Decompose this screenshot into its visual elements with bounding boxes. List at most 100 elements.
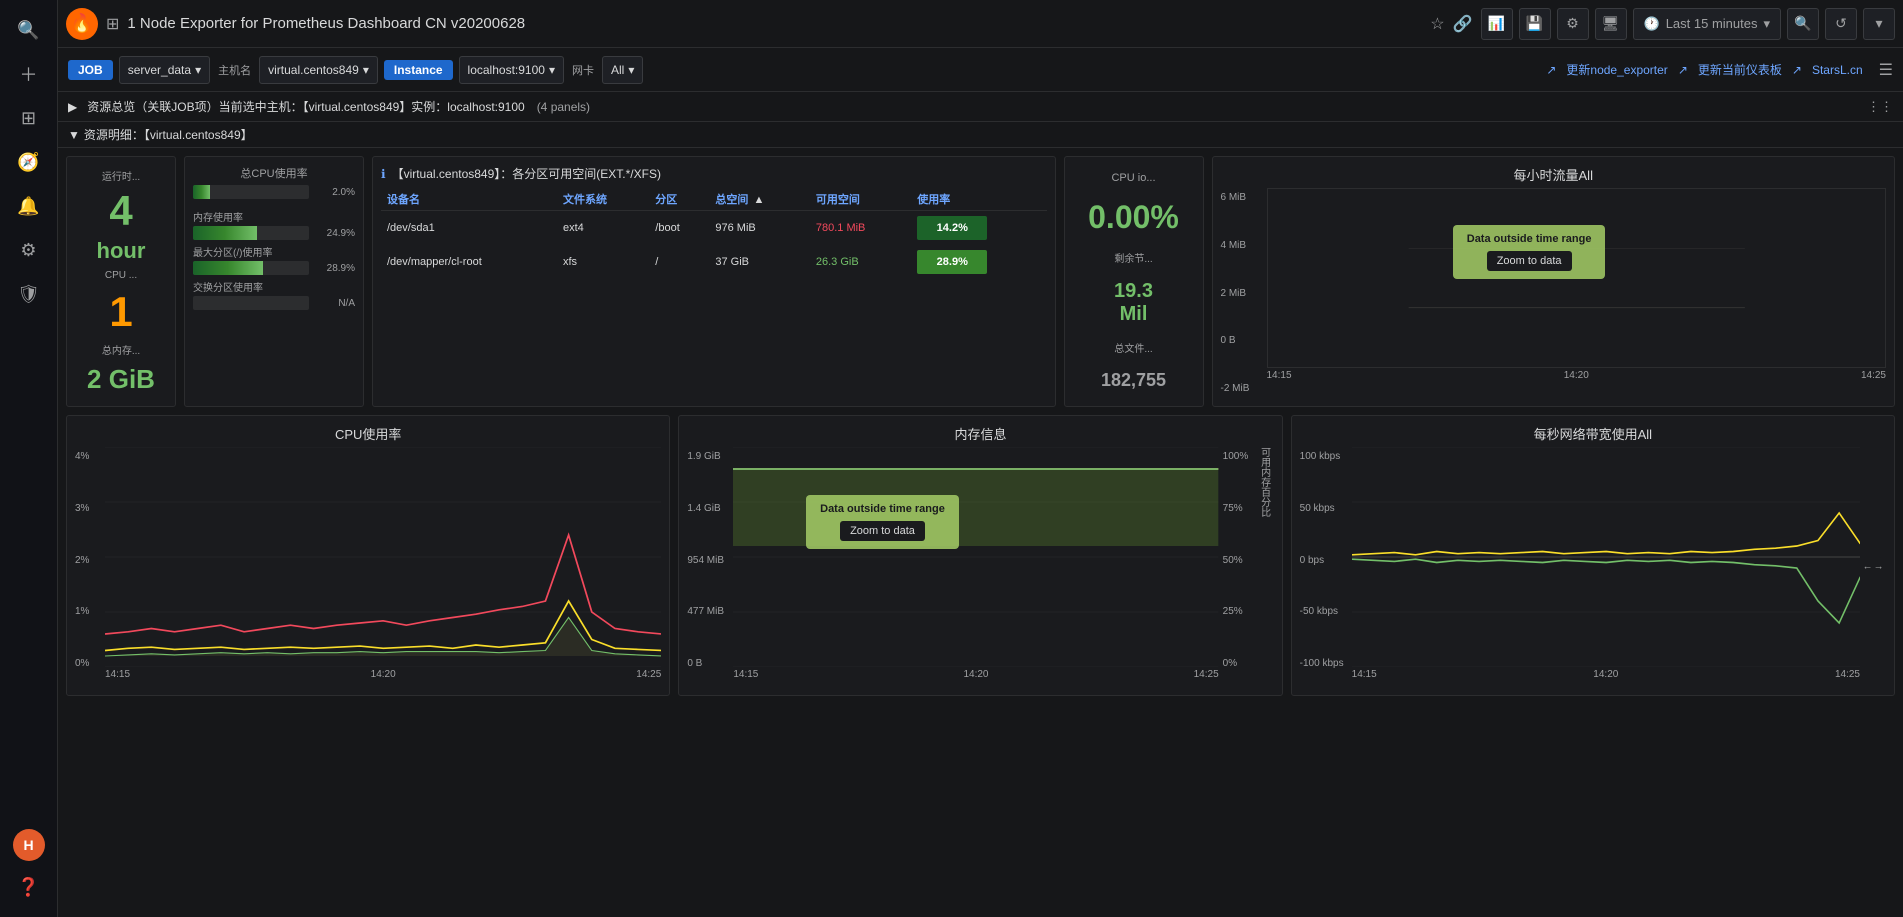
y-label-0b: 0 B [1221,335,1250,346]
cpu-usage-chart-panel: CPU使用率 4% 3% 2% 1% 0% [66,415,670,696]
job-dropdown[interactable]: server_data ▾ [119,56,210,84]
avail-cell: 780.1 MiB [810,211,911,246]
memory-svg [733,447,1218,667]
sidebar-item-alerts[interactable]: 🔔 [9,186,49,226]
zoom-out-button[interactable]: 🔍 [1787,8,1819,40]
sidebar-item-add[interactable]: ＋ [9,54,49,94]
host-dropdown[interactable]: virtual.centos849 ▾ [259,56,378,84]
add-panel-button[interactable]: 📊 [1481,8,1513,40]
swap-bar-val: N/A [319,298,355,309]
flow-chart-title: 每小时流量All [1221,165,1887,184]
cpu-bar-row-3: 最大分区(/)使用率 28.9% [193,244,355,275]
external-link-icon: ↗ [1546,63,1556,77]
table-row: /dev/mapper/cl-root xfs / 37 GiB 26.3 Gi… [381,245,1047,279]
uptime-value: 4 [109,190,132,232]
top-nav: 🔥 ⊞ 1 Node Exporter for Prometheus Dashb… [58,0,1903,48]
zoom-to-data-button[interactable]: Zoom to data [1487,251,1572,271]
col-fs[interactable]: 文件系统 [557,188,649,211]
col-usage[interactable]: 使用率 [911,188,1046,211]
col-mount[interactable]: 分区 [649,188,709,211]
chevron-down-icon: ▾ [628,63,634,77]
instance-dropdown[interactable]: localhost:9100 ▾ [459,56,564,84]
total-val: 182,755 [1101,370,1166,391]
cpu-chart-area: 4% 3% 2% 1% 0% [75,447,661,687]
total-label: 总文件... [1114,340,1152,355]
main-panels-row: 运行时... 4 hour CPU ... 1 总内存... 2 GiB 总CP… [58,148,1903,407]
job-label[interactable]: JOB [68,60,113,80]
sidebar-item-shield[interactable]: 🛡 [9,274,49,314]
sidebar-item-search[interactable]: 🔍 [9,10,49,50]
section-menu-icon[interactable]: ⋮⋮ [1867,99,1893,115]
col-total[interactable]: 总空间 ▲ [709,188,809,211]
remain-label: 剩余节... [1114,250,1152,265]
network-chart-panel: 每秒网络带宽使用All 100 kbps 50 kbps 0 bps -50 k… [1291,415,1895,696]
col-device[interactable]: 设备名 [381,188,557,211]
total-cell: 976 MiB [709,211,809,246]
sort-arrow: ▲ [753,194,764,206]
fs-cell: xfs [557,245,649,279]
uptime-label: 运行时... [102,168,140,183]
y-3pct: 3% [75,503,101,514]
refresh-button[interactable]: ↺ [1825,8,1857,40]
device-cell: /dev/sda1 [381,211,557,246]
y-label-2mib: 2 MiB [1221,288,1250,299]
y-50pct: 50% [1223,555,1255,566]
clock-icon: 🕐 [1644,16,1660,32]
x-cpu-1415: 14:15 [105,669,130,680]
x-net-1425: 14:25 [1835,669,1860,680]
x-net-1415: 14:15 [1352,669,1377,680]
tv-button[interactable]: 🖥 [1595,8,1627,40]
cpu-io-pct: 0.00% [1088,199,1179,236]
time-range-picker[interactable]: 🕐 Last 15 minutes ▾ [1633,8,1782,40]
x-mem-1415: 14:15 [733,669,758,680]
x-cpu-1425: 14:25 [636,669,661,680]
avatar[interactable]: H [13,829,45,861]
table-row: /dev/sda1 ext4 /boot 976 MiB 780.1 MiB 1… [381,211,1047,246]
flow-chart-area: 6 MiB 4 MiB 2 MiB 0 B -2 MiB Data outsid… [1221,188,1887,398]
update-dashboard-link[interactable]: 更新当前仪表板 [1698,61,1782,78]
x-label-1425: 14:25 [1861,370,1886,381]
mount-cell: / [649,245,709,279]
memory-bar-val: 24.9% [319,228,355,239]
star-icon[interactable]: ☆ [1430,14,1444,34]
toolbar-menu-icon[interactable]: ☰ [1879,60,1893,80]
memory-label: 总内存... [102,342,140,357]
panels-count: (4 panels) [537,100,590,114]
instance-label[interactable]: Instance [384,60,453,80]
nic-dropdown[interactable]: All ▾ [602,56,643,84]
save-button[interactable]: 💾 [1519,8,1551,40]
stars-link[interactable]: StarsL.cn [1812,63,1863,77]
toolbar: JOB server_data ▾ 主机名 virtual.centos849 … [58,48,1903,92]
refresh-options-button[interactable]: ▾ [1863,8,1895,40]
sidebar-item-settings[interactable]: ⚙ [9,230,49,270]
settings-button[interactable]: ⚙ [1557,8,1589,40]
cpu-bars-panel: 总CPU使用率 2.0% 内存使用率 24.9% [184,156,364,407]
cpu-chart-title: CPU使用率 [75,424,661,443]
memory-zoom-button[interactable]: Zoom to data [840,521,925,541]
cpu-svg [105,447,661,667]
y-n50kbps: -50 kbps [1300,606,1348,617]
x-net-1420: 14:20 [1593,669,1618,680]
bottom-charts-row: CPU使用率 4% 3% 2% 1% 0% [58,415,1903,704]
disk-table: 设备名 文件系统 分区 总空间 ▲ 可用空间 使用率 /dev/sda1 ext… [381,188,1047,279]
section1-header: ▶ 资源总览（关联JOB项）当前选中主机：【virtual.centos849】… [58,92,1903,122]
sidebar-item-dashboards[interactable]: ⊞ [9,98,49,138]
y-954mib: 954 MiB [687,555,729,566]
y-1pct: 1% [75,606,101,617]
sidebar-item-help[interactable]: ❓ [9,867,49,907]
external-link-icon3: ↗ [1792,63,1802,77]
root-bar-label: 最大分区(/)使用率 [193,244,355,259]
sidebar-item-explore[interactable]: 🧭 [9,142,49,182]
y-50kbps: 50 kbps [1300,503,1348,514]
update-exporter-link[interactable]: 更新node_exporter [1566,61,1667,78]
section2-title: 资源明细：【virtual.centos849】 [84,126,253,143]
cpu-io-title: CPU io... [1111,172,1155,184]
col-avail[interactable]: 可用空间 [810,188,911,211]
toolbar-links: ↗ 更新node_exporter ↗ 更新当前仪表板 ↗ StarsL.cn … [1546,60,1893,80]
net-right-up: ↑ [1873,565,1884,570]
net-right-down: ↓ [1862,565,1873,570]
share-icon[interactable]: 🔗 [1453,14,1473,34]
memory-bar-label: 内存使用率 [193,209,355,224]
memory-zoom-title: Data outside time range [820,503,945,515]
job-value: server_data [128,63,191,77]
